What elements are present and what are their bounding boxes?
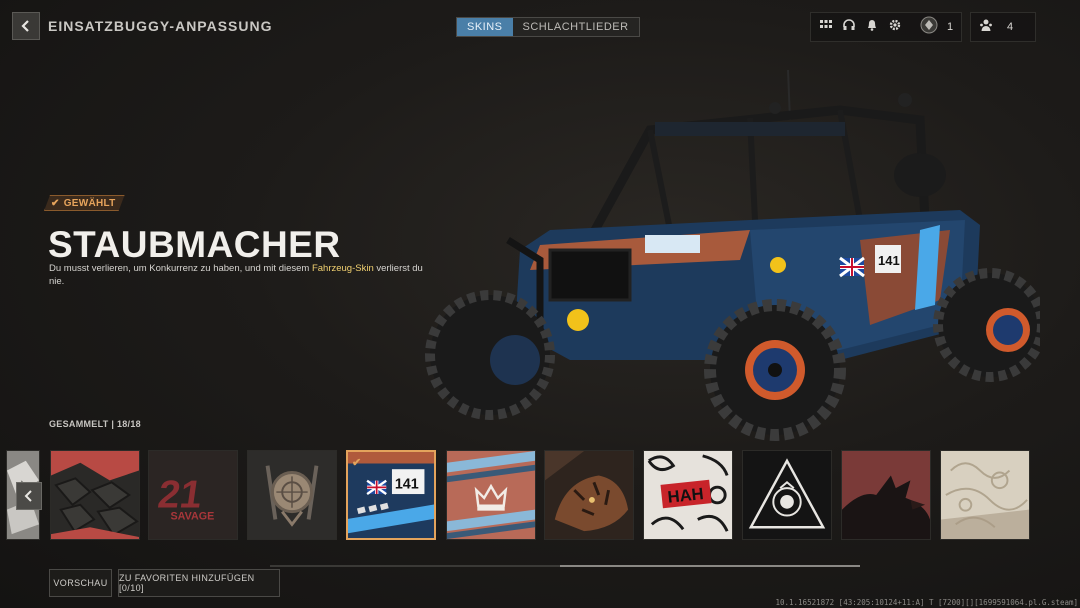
skin-item-graffiti[interactable]: HAH bbox=[643, 450, 733, 540]
chevron-left-icon bbox=[24, 490, 32, 502]
vehicle-number: 141 bbox=[878, 253, 900, 268]
carousel-prev-button[interactable] bbox=[16, 482, 42, 510]
party-members-icon bbox=[979, 18, 993, 37]
build-info: 10.1.16521872 [43:205:10124+11:A] T [720… bbox=[775, 598, 1078, 607]
party-count: 4 bbox=[1007, 21, 1014, 33]
gear-icon[interactable] bbox=[888, 18, 902, 37]
skin-description: Du musst verlieren, um Konkurrenz zu hab… bbox=[49, 262, 439, 288]
arrow-left-icon bbox=[21, 20, 29, 32]
21-savage-skin-icon: 21 SAVAGE bbox=[149, 451, 237, 539]
emblem-scope-skin-icon bbox=[248, 451, 336, 539]
level-number: 1 bbox=[947, 21, 954, 33]
equipped-badge-label: GEWÄHLT bbox=[63, 197, 116, 209]
crown-stripes-skin-icon bbox=[447, 451, 535, 539]
tiger-skin-icon bbox=[545, 451, 633, 539]
back-button[interactable] bbox=[12, 12, 40, 40]
tab-skins[interactable]: SKINS bbox=[457, 18, 513, 36]
bell-icon[interactable] bbox=[865, 18, 879, 37]
check-icon: ✔ bbox=[51, 197, 60, 209]
party-indicator[interactable]: 4 bbox=[970, 12, 1036, 42]
tab-bar: SKINS SCHLACHTLIEDER bbox=[456, 17, 640, 37]
tab-battle-songs[interactable]: SCHLACHTLIEDER bbox=[512, 18, 639, 36]
graffiti-skin-icon: HAH bbox=[644, 451, 732, 539]
preview-button[interactable]: VORSCHAU bbox=[49, 569, 112, 597]
add-favorite-button[interactable]: ZU FAVORITEN HINZUFÜGEN [0/10] bbox=[118, 569, 280, 597]
dark-scales-skin-icon bbox=[51, 451, 139, 539]
graffiti-text: HAH bbox=[667, 484, 705, 507]
collected-counter: GESAMMELT | 18/18 bbox=[49, 419, 141, 429]
staubmacher-number-text: 141 bbox=[395, 476, 419, 492]
skin-item-dragon[interactable] bbox=[841, 450, 931, 540]
skin-item-dark-scales[interactable] bbox=[50, 450, 140, 540]
carousel-scrollbar-thumb[interactable] bbox=[560, 565, 860, 567]
skin-carousel: 21 SAVAGE 141 ✔ HAH bbox=[0, 448, 1080, 544]
selected-check-icon: ✔ bbox=[352, 457, 362, 469]
skin-item-ornament[interactable] bbox=[940, 450, 1030, 540]
equipped-badge: ✔ GEWÄHLT bbox=[44, 195, 125, 211]
skin-name: STAUBMACHER bbox=[48, 224, 341, 265]
skin-description-text-1: Du musst verlieren, um Konkurrenz zu hab… bbox=[49, 263, 312, 274]
skin-item-staubmacher[interactable]: 141 ✔ bbox=[346, 450, 436, 540]
skin-item-triangle-emblem[interactable] bbox=[742, 450, 832, 540]
grid-menu-icon[interactable] bbox=[819, 18, 833, 37]
skin-item-tiger[interactable] bbox=[544, 450, 634, 540]
ornament-skin-icon bbox=[941, 451, 1029, 539]
skin-item-crown-stripes[interactable] bbox=[446, 450, 536, 540]
skin-item-21-savage[interactable]: 21 SAVAGE bbox=[148, 450, 238, 540]
headset-icon[interactable] bbox=[842, 18, 856, 37]
savage-word-text: SAVAGE bbox=[171, 510, 215, 522]
dragon-skin-icon bbox=[842, 451, 930, 539]
level-emblem-icon[interactable] bbox=[920, 16, 938, 39]
skin-item-emblem-scope[interactable] bbox=[247, 450, 337, 540]
carousel-scrollbar[interactable] bbox=[270, 565, 860, 567]
page-title: EINSATZBUGGY-ANPASSUNG bbox=[48, 18, 273, 34]
hud-icon-bar: 1 bbox=[810, 12, 962, 42]
vehicle-preview[interactable]: 141 bbox=[420, 60, 1047, 450]
triangle-emblem-skin-icon bbox=[743, 451, 831, 539]
skin-description-highlight: Fahrzeug-Skin bbox=[311, 263, 374, 274]
